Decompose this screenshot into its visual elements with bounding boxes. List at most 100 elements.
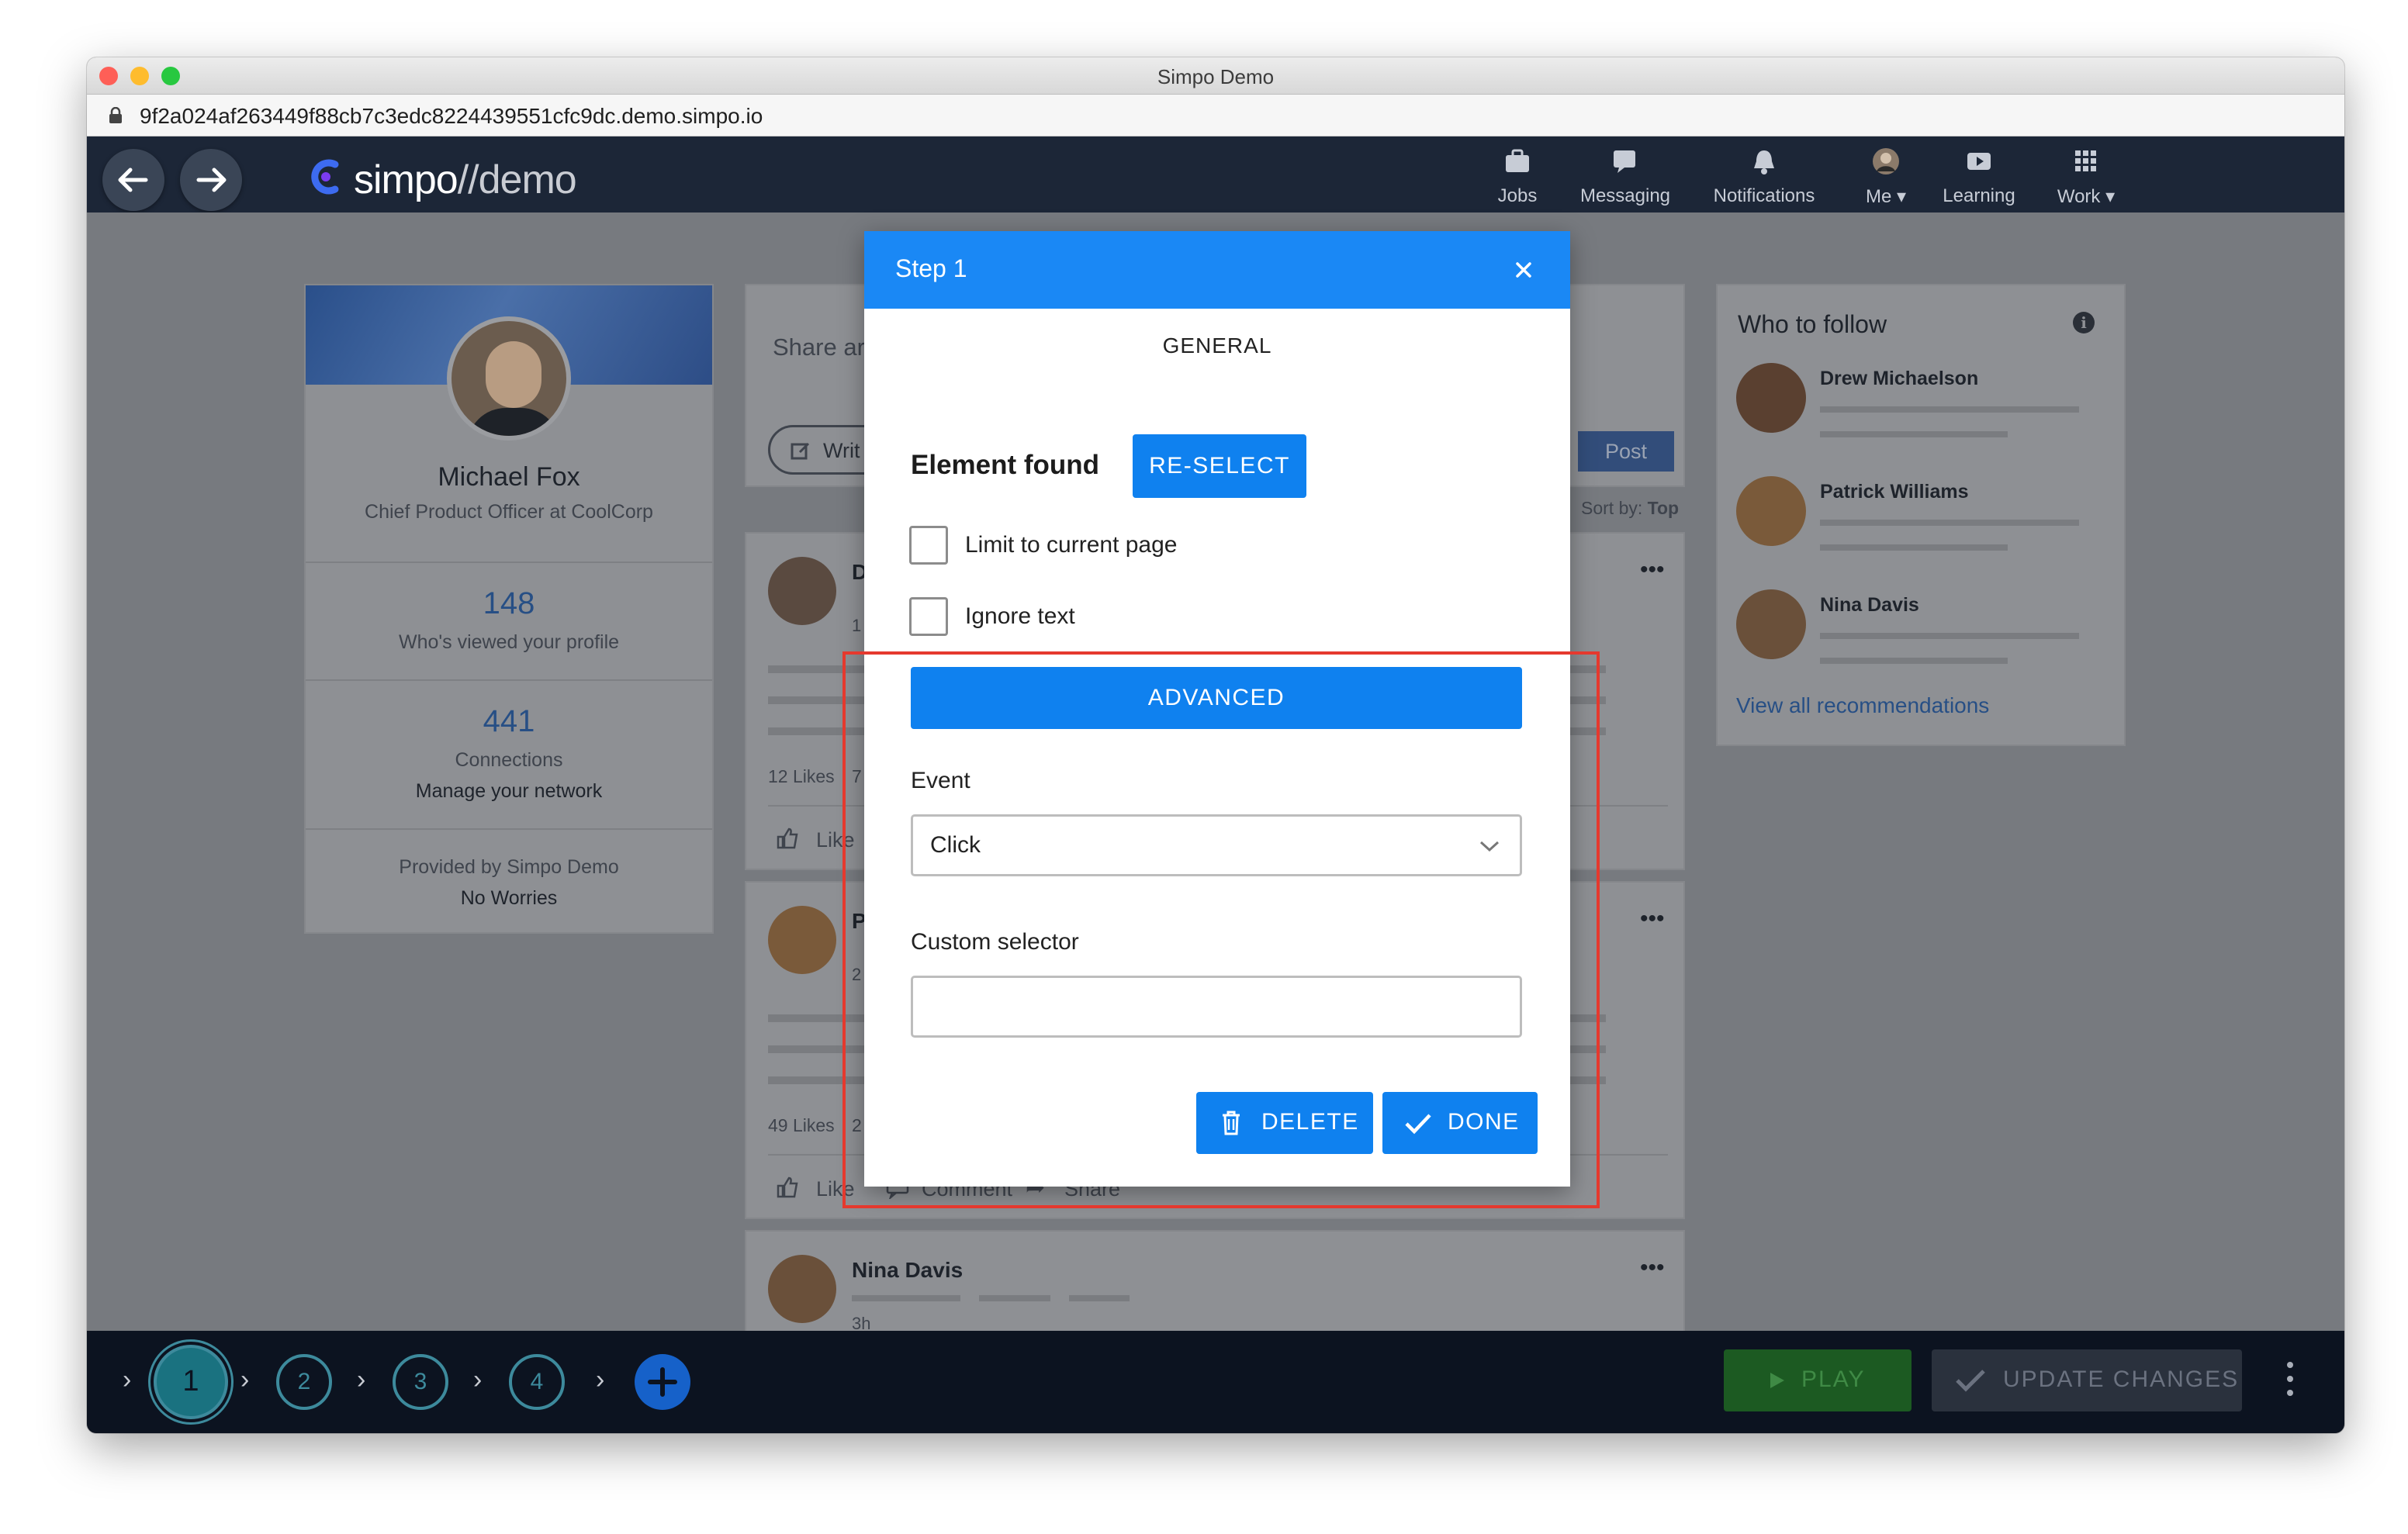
provided-by-label: Provided by Simpo Demo bbox=[399, 856, 619, 878]
back-button[interactable] bbox=[102, 149, 164, 211]
chevron-right-icon: › bbox=[473, 1365, 483, 1394]
post-author-name[interactable]: Nina Davis bbox=[852, 1258, 963, 1283]
post-meta: 1 bbox=[852, 616, 862, 635]
check-icon bbox=[1405, 1114, 1431, 1135]
info-icon[interactable]: i bbox=[2073, 312, 2095, 333]
reselect-button[interactable]: RE-SELECT bbox=[1133, 434, 1306, 498]
profile-views-label: Who's viewed your profile bbox=[398, 631, 620, 653]
sort-by-text: Sort by: bbox=[1581, 498, 1643, 518]
post-button[interactable]: Post bbox=[1578, 431, 1674, 472]
follow-person-name[interactable]: Nina Davis bbox=[1820, 594, 1919, 617]
more-options-icon[interactable]: ••• bbox=[1640, 557, 1665, 583]
thumbs-up-icon bbox=[777, 827, 798, 849]
element-found-label: Element found bbox=[911, 450, 1100, 480]
follow-person-name[interactable]: Drew Michaelson bbox=[1820, 368, 1978, 390]
window-titlebar: Simpo Demo bbox=[87, 57, 2344, 95]
step-4-button[interactable]: 4 bbox=[509, 1354, 565, 1410]
nav-jobs[interactable]: Jobs bbox=[1486, 147, 1548, 207]
bell-icon bbox=[1754, 150, 1774, 174]
provided-by-value: No Worries bbox=[460, 887, 558, 909]
plus-icon bbox=[648, 1367, 677, 1397]
avatar-icon bbox=[1873, 148, 1899, 174]
post-like-button[interactable]: Like bbox=[816, 828, 855, 852]
update-changes-button[interactable]: UPDATE CHANGES bbox=[1932, 1349, 2242, 1411]
tab-general[interactable]: GENERAL bbox=[864, 333, 1570, 358]
nav-messaging-label: Messaging bbox=[1579, 185, 1671, 206]
chevron-right-icon: › bbox=[123, 1365, 132, 1394]
limit-to-page-checkbox[interactable] bbox=[909, 526, 948, 565]
url-text[interactable]: 9f2a024af263449f88cb7c3edc8224439551cfc9… bbox=[140, 104, 763, 129]
app-header: simpo//demo Jobs Messaging Notifications… bbox=[87, 136, 2344, 212]
nav-work[interactable]: Work ▾ bbox=[2051, 147, 2121, 208]
more-options-icon[interactable]: ••• bbox=[1640, 906, 1665, 932]
sort-label[interactable]: Sort by: Top bbox=[1581, 498, 1679, 519]
add-step-button[interactable] bbox=[635, 1354, 690, 1410]
manage-network-link[interactable]: Manage your network bbox=[306, 780, 712, 803]
follow-avatar[interactable] bbox=[1736, 589, 1806, 659]
chevron-down-icon bbox=[1479, 841, 1500, 852]
nav-learning[interactable]: Learning bbox=[1936, 147, 2022, 207]
delete-button[interactable]: DELETE bbox=[1196, 1092, 1373, 1154]
dialog-header: Step 1 bbox=[864, 231, 1570, 309]
follow-avatar[interactable] bbox=[1736, 363, 1806, 433]
profile-name[interactable]: Michael Fox bbox=[306, 462, 712, 492]
view-all-recommendations-link[interactable]: View all recommendations bbox=[1736, 693, 1989, 718]
done-button[interactable]: DONE bbox=[1382, 1092, 1538, 1154]
profile-avatar[interactable] bbox=[447, 316, 571, 441]
post-comments-count[interactable]: 7 bbox=[852, 766, 862, 787]
nav-notifications[interactable]: Notifications bbox=[1702, 147, 1826, 207]
delete-label: DELETE bbox=[1261, 1109, 1359, 1135]
forward-button[interactable] bbox=[180, 149, 242, 211]
ignore-text-label: Ignore text bbox=[965, 603, 1075, 629]
chevron-right-icon: › bbox=[357, 1365, 366, 1394]
lock-icon bbox=[109, 107, 122, 123]
play-button[interactable]: PLAY bbox=[1724, 1349, 1912, 1411]
post-author-avatar[interactable] bbox=[768, 906, 836, 974]
step-dialog: Step 1 GENERAL Element found RE-SELECT L… bbox=[864, 231, 1570, 1187]
nav-messaging[interactable]: Messaging bbox=[1567, 147, 1683, 207]
event-label: Event bbox=[911, 768, 970, 793]
close-icon[interactable] bbox=[1513, 259, 1534, 281]
follow-person-name[interactable]: Patrick Williams bbox=[1820, 481, 1969, 503]
post-likes[interactable]: 12 Likes bbox=[768, 766, 835, 787]
follow-avatar[interactable] bbox=[1736, 476, 1806, 546]
play-triangle-icon bbox=[1770, 1373, 1784, 1388]
share-input[interactable]: Share ar bbox=[773, 333, 865, 361]
post-comments-count[interactable]: 2 bbox=[852, 1115, 862, 1136]
step-1-button[interactable]: 1 bbox=[154, 1345, 228, 1419]
step-3-button[interactable]: 3 bbox=[393, 1354, 448, 1410]
play-icon bbox=[1967, 153, 1991, 170]
more-vert-icon[interactable] bbox=[2282, 1360, 2298, 1404]
post-likes[interactable]: 49 Likes bbox=[768, 1115, 835, 1136]
profile-views-count[interactable]: 148 bbox=[306, 586, 712, 621]
post-author-avatar[interactable] bbox=[768, 1255, 836, 1323]
update-changes-label: UPDATE CHANGES bbox=[2003, 1366, 2240, 1392]
custom-selector-input[interactable] bbox=[911, 976, 1522, 1038]
nav-jobs-label: Jobs bbox=[1497, 185, 1538, 206]
advanced-button[interactable]: ADVANCED bbox=[911, 667, 1522, 729]
address-bar[interactable]: 9f2a024af263449f88cb7c3edc8224439551cfc9… bbox=[87, 95, 2344, 136]
chevron-right-icon: › bbox=[240, 1365, 250, 1394]
logo-main-text: simpo bbox=[354, 157, 458, 202]
limit-to-page-label: Limit to current page bbox=[965, 532, 1178, 558]
grid-icon bbox=[2075, 150, 2096, 171]
more-options-icon[interactable]: ••• bbox=[1640, 1255, 1665, 1281]
post-like-button[interactable]: Like bbox=[816, 1177, 855, 1201]
ignore-text-checkbox[interactable] bbox=[909, 597, 948, 636]
step-2-button[interactable]: 2 bbox=[276, 1354, 332, 1410]
nav-me[interactable]: Me ▾ bbox=[1859, 147, 1913, 208]
event-select[interactable]: Click bbox=[911, 814, 1522, 876]
briefcase-icon bbox=[1506, 149, 1529, 172]
nav-me-label: Me ▾ bbox=[1865, 186, 1907, 207]
event-select-value: Click bbox=[930, 832, 981, 858]
profile-card: Michael Fox Chief Product Officer at Coo… bbox=[304, 284, 714, 934]
write-label: Writ bbox=[823, 439, 860, 462]
browser-window: Simpo Demo 9f2a024af263449f88cb7c3edc822… bbox=[87, 57, 2344, 1433]
profile-connections-count[interactable]: 441 bbox=[306, 704, 712, 739]
arrow-right-icon bbox=[196, 168, 227, 192]
arrow-left-icon bbox=[118, 168, 148, 192]
who-to-follow-card: Who to follow i Drew Michaelson Patrick … bbox=[1716, 284, 2126, 746]
post-meta: 3h bbox=[852, 1314, 871, 1331]
post-author-avatar[interactable] bbox=[768, 557, 836, 625]
app-logo[interactable]: simpo//demo bbox=[354, 157, 577, 203]
